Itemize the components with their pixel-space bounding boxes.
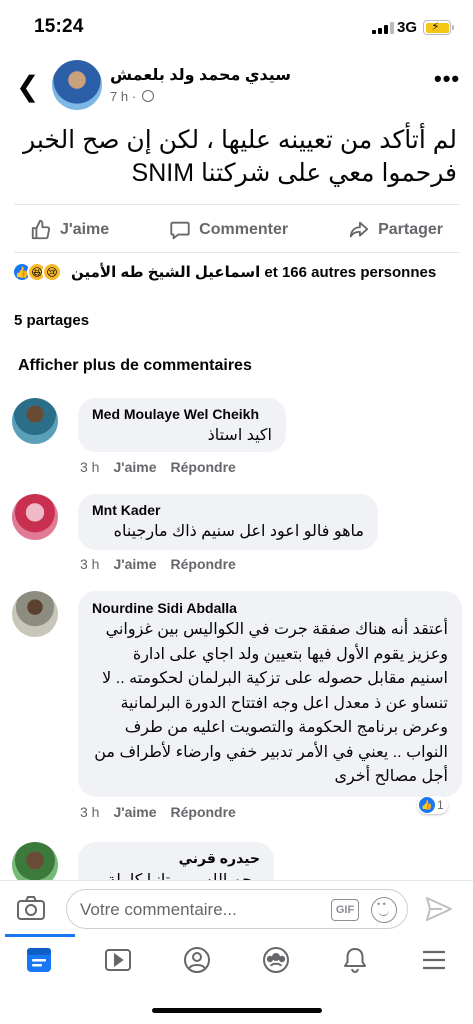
comment-reaction-badge[interactable]: 👍 1 [417, 796, 448, 814]
comment: حيدره قرني رحم الله موريتانيا كاملة [12, 842, 462, 880]
post-author[interactable]: سيدي محمد ولد بلعمش [110, 65, 291, 85]
camera-icon[interactable] [16, 895, 46, 921]
send-icon[interactable] [424, 895, 454, 923]
groups-icon [262, 947, 289, 973]
comment-time: 3 h [80, 459, 100, 475]
commenter-name[interactable]: Nourdine Sidi Abdalla [92, 600, 448, 616]
home-indicator [152, 1008, 322, 1013]
post-header: ❮ سيدي محمد ولد بلعمش 7 h · ••• [0, 56, 473, 116]
comment-reply-button[interactable]: Répondre [171, 804, 236, 820]
comment-like-button[interactable]: J'aime [113, 459, 156, 475]
thumbs-up-icon [31, 219, 51, 240]
commenter-avatar[interactable] [12, 398, 58, 444]
tab-notifications[interactable] [335, 940, 375, 980]
like-reaction-icon: 👍 [419, 797, 435, 813]
emoji-icon[interactable] [371, 897, 397, 923]
gif-icon[interactable]: GIF [331, 899, 359, 921]
comment-input[interactable] [80, 898, 310, 922]
post-time[interactable]: 7 h [110, 89, 128, 104]
comment-text: رحم الله موريتانيا كاملة [92, 869, 260, 880]
share-label: Partager [378, 221, 443, 238]
more-options-icon[interactable]: ••• [434, 66, 460, 92]
commenter-avatar[interactable] [12, 842, 58, 880]
share-icon [349, 221, 369, 238]
comment-input-box[interactable]: GIF [66, 889, 408, 929]
video-icon [105, 949, 132, 971]
status-time: 15:24 [34, 16, 84, 37]
comment-bubble[interactable]: Mnt Kader ماهو فالو اعود اعل سنيم ذاك ما… [78, 494, 378, 550]
commenter-avatar[interactable] [12, 591, 58, 637]
share-button[interactable]: Partager [348, 219, 443, 241]
battery-icon [423, 20, 451, 35]
divider [14, 204, 459, 205]
reaction-icons: 👍 😆 😢 [12, 262, 62, 282]
menu-icon [422, 950, 445, 970]
comment-text: ماهو فالو اعود اعل سنيم ذاك مارجيناه [113, 523, 364, 540]
tab-video[interactable] [98, 940, 138, 980]
author-avatar[interactable] [52, 60, 102, 110]
comment-text: أعتقد أنه هناك صفقة جرت في الكواليس بين … [94, 621, 448, 785]
sad-reaction-icon: 😢 [42, 262, 62, 282]
commenter-avatar[interactable] [12, 494, 58, 540]
post-actions: J'aime Commenter Partager [0, 210, 473, 250]
comment-like-button[interactable]: J'aime [113, 804, 156, 820]
comment-bubble[interactable]: حيدره قرني رحم الله موريتانيا كاملة [78, 842, 274, 880]
profile-icon [184, 947, 211, 973]
tab-profile[interactable] [177, 940, 217, 980]
comment-time: 3 h [80, 556, 100, 572]
network-label: 3G [397, 19, 418, 36]
commenter-name[interactable]: حيدره قرني [92, 850, 260, 867]
post-text: لم أتأكد من تعيينه عليها ، لكن إن صح الخ… [12, 124, 457, 190]
bottom-navigation [0, 936, 473, 984]
like-label: J'aime [60, 221, 110, 238]
status-bar: 15:24 3G [0, 0, 473, 52]
post-meta: 7 h · [110, 89, 154, 104]
commenter-name[interactable]: Med Moulaye Wel Cheikh [92, 406, 272, 422]
comment-label: Commenter [199, 221, 289, 238]
signal-icon [372, 22, 394, 34]
tab-home[interactable] [19, 940, 59, 980]
comment-bubble[interactable]: Nourdine Sidi Abdalla أعتقد أنه هناك صفق… [78, 591, 462, 797]
battery-tip [452, 25, 454, 30]
post-text-line: لم أتأكد من تعيينه عليها ، لكن إن صح الخ… [23, 126, 457, 154]
comment: Nourdine Sidi Abdalla أعتقد أنه هناك صفق… [12, 591, 462, 831]
post-text-line: فرحموا معي على شركتنا SNIM [131, 159, 457, 187]
comment: Mnt Kader ماهو فالو اعود اعل سنيم ذاك ما… [12, 494, 462, 579]
divider [14, 252, 459, 253]
reactions-summary[interactable]: 👍 😆 😢 اسماعيل الشيخ طه الأمين et 166 aut… [12, 262, 436, 282]
comment-icon [170, 221, 190, 240]
tab-groups[interactable] [256, 940, 296, 980]
comment-time: 3 h [80, 804, 100, 820]
shares-count[interactable]: 5 partages [14, 312, 89, 329]
view-more-comments[interactable]: Afficher plus de commentaires [18, 357, 252, 375]
comment-text: اكيد استاذ [207, 427, 272, 444]
tab-menu[interactable] [414, 940, 454, 980]
comment-meta: 3 h J'aime Répondre [80, 459, 236, 475]
comment-reply-button[interactable]: Répondre [171, 459, 236, 475]
comment-composer-bar: GIF [0, 880, 473, 936]
comment-button[interactable]: Commenter [169, 219, 288, 241]
comment-meta: 3 h J'aime Répondre [80, 556, 236, 572]
like-button[interactable]: J'aime [30, 219, 109, 241]
globe-icon [141, 90, 154, 102]
back-icon[interactable]: ❮ [16, 70, 39, 103]
home-icon [27, 948, 52, 972]
reactions-text: اسماعيل الشيخ طه الأمين et 166 autres pe… [71, 264, 437, 281]
comment-reply-button[interactable]: Répondre [171, 556, 236, 572]
comment-like-button[interactable]: J'aime [113, 556, 156, 572]
comment-bubble[interactable]: Med Moulaye Wel Cheikh اكيد استاذ [78, 398, 286, 452]
comment-meta: 3 h J'aime Répondre [80, 804, 236, 820]
bell-icon [343, 948, 366, 973]
comment: Med Moulaye Wel Cheikh اكيد استاذ 3 h J'… [12, 398, 462, 483]
commenter-name[interactable]: Mnt Kader [92, 502, 364, 518]
comment-reaction-count: 1 [437, 798, 444, 812]
